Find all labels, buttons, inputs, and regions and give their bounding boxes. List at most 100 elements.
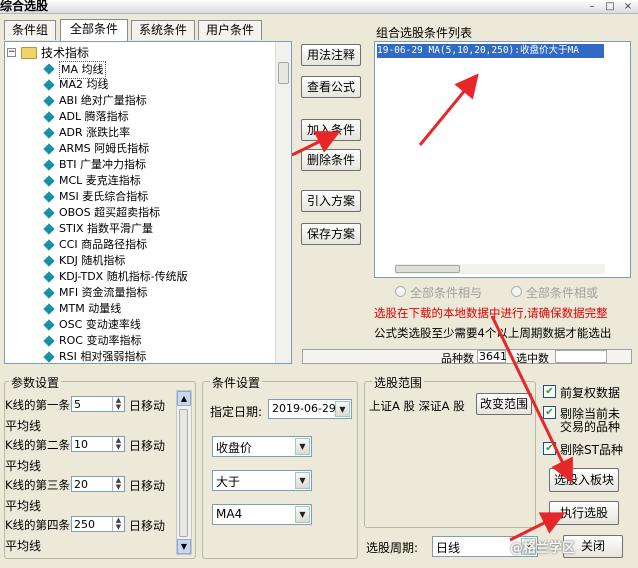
import-plan-button[interactable]: 引入方案 xyxy=(301,190,361,212)
param-tail-1: 平均线 xyxy=(5,419,42,433)
param-input-2[interactable]: 10 ▲ ▼ xyxy=(71,436,125,452)
and-radio[interactable] xyxy=(395,286,406,297)
indicator-icon xyxy=(43,287,55,299)
indicator-icon xyxy=(43,223,55,235)
param-suffix-4: 日移动 xyxy=(129,519,166,533)
or-radio[interactable] xyxy=(511,286,522,297)
tree-scroll-thumb[interactable] xyxy=(278,62,289,84)
scroll-up-icon[interactable]: ▲ xyxy=(177,391,191,406)
param-prefix-2: K线的第二条 xyxy=(5,438,71,452)
indicator-icon xyxy=(43,175,55,187)
indicator-icon xyxy=(43,191,55,203)
dropdown-arrow-icon: ▼ xyxy=(335,401,350,417)
data-warning: 选股在下载的本地数据中进行,请确保数据完整 xyxy=(374,306,608,320)
or-radio-label: 全部条件相或 xyxy=(526,286,599,300)
adjusted-data-checkbox[interactable]: ✔ xyxy=(543,385,556,398)
condition-hscroll-thumb[interactable] xyxy=(395,265,460,273)
indicator-icon xyxy=(43,271,55,283)
exclude-untraded-label-2: 交易的品种 xyxy=(560,420,621,434)
watermark: @格兰学区 xyxy=(510,541,576,556)
indicator-icon xyxy=(43,127,55,139)
param-input-1[interactable]: 5 ▲ ▼ xyxy=(71,396,125,412)
add-to-block-button[interactable]: 选股入板块 xyxy=(549,468,619,492)
delete-condition-button[interactable]: 删除条件 xyxy=(301,149,361,171)
params-scrollbar[interactable]: ▲ ▼ xyxy=(176,390,192,555)
condition-list-label: 组合选股条件列表 xyxy=(376,26,473,40)
field-select[interactable]: 收盘价 ▼ xyxy=(212,436,312,457)
minimize-icon[interactable]: – xyxy=(584,0,600,13)
collapse-icon[interactable]: − xyxy=(7,48,16,57)
param-tail-2: 平均线 xyxy=(5,459,42,473)
condition-item[interactable]: 19-06-29 MA(5,10,20,250):收盘价大于MA xyxy=(377,44,604,58)
indicator-icon xyxy=(43,63,55,75)
date-label: 指定日期: xyxy=(210,405,263,419)
spin-arrows-icon: ▲ ▼ xyxy=(112,397,124,411)
add-condition-button[interactable]: 加入条件 xyxy=(301,119,361,141)
close-icon[interactable]: × xyxy=(620,0,636,13)
scope-markets: 上证A 股 深证A 股 xyxy=(369,399,465,413)
selected-value xyxy=(555,350,607,363)
param-tail-4: 平均线 xyxy=(5,539,42,553)
folder-icon xyxy=(21,47,37,59)
params-scroll-thumb[interactable] xyxy=(179,409,188,537)
exclude-st-label: 剔除ST品种 xyxy=(560,443,623,457)
indicator-icon xyxy=(43,207,55,219)
window-title: 综合选股 xyxy=(0,0,49,13)
indicator-icon xyxy=(43,335,55,347)
condition-hscrollbar[interactable] xyxy=(395,264,605,274)
tab-all-conditions[interactable]: 全部条件 xyxy=(60,19,128,41)
param-prefix-1: K线的第一条 xyxy=(5,398,71,412)
indicator-icon xyxy=(43,351,55,363)
and-radio-label: 全部条件相与 xyxy=(410,286,483,300)
tab-user-conditions[interactable]: 用户条件 xyxy=(198,20,262,40)
view-formula-button[interactable]: 查看公式 xyxy=(301,76,361,98)
exclude-st-checkbox[interactable]: ✔ xyxy=(543,442,556,455)
save-plan-button[interactable]: 保存方案 xyxy=(301,223,361,245)
scope-title: 选股范围 xyxy=(372,374,425,391)
count-value: 3641 xyxy=(477,350,507,363)
spin-arrows-icon: ▲ ▼ xyxy=(112,437,124,451)
cond-settings-title: 条件设置 xyxy=(210,374,263,391)
param-suffix-1: 日移动 xyxy=(129,399,166,413)
spin-arrows-icon: ▲ ▼ xyxy=(112,477,124,491)
run-selection-button[interactable]: 执行选股 xyxy=(549,501,619,525)
period-label: 选股周期: xyxy=(366,541,419,555)
count-label: 品种数 xyxy=(441,352,474,365)
dropdown-arrow-icon: ▼ xyxy=(295,506,310,523)
exclude-untraded-checkbox[interactable]: ✔ xyxy=(543,406,556,419)
param-suffix-2: 日移动 xyxy=(129,439,166,453)
scroll-down-icon[interactable]: ▼ xyxy=(177,539,191,554)
indicator-icon xyxy=(43,303,55,315)
condition-list[interactable]: 19-06-29 MA(5,10,20,250):收盘价大于MA xyxy=(374,41,631,278)
change-scope-button[interactable]: 改变范围 xyxy=(476,393,532,415)
tab-condition-group[interactable]: 条件组 xyxy=(4,20,56,40)
param-suffix-3: 日移动 xyxy=(129,479,166,493)
indicator-icon xyxy=(43,95,55,107)
title-bar: 综合选股 – □ × xyxy=(0,0,638,14)
formula-info: 公式类选股至少需要4个以上周期数据才能选出 xyxy=(374,326,612,340)
indicator-icon xyxy=(43,143,55,155)
operator-select[interactable]: 大于 ▼ xyxy=(212,470,312,491)
param-tail-3: 平均线 xyxy=(5,499,42,513)
tree-scrollbar[interactable] xyxy=(275,42,291,363)
indicator-icon xyxy=(43,79,55,91)
param-prefix-4: K线的第四条 xyxy=(5,518,71,532)
indicator-icon xyxy=(43,159,55,171)
indicator-icon xyxy=(43,239,55,251)
dropdown-arrow-icon: ▼ xyxy=(295,472,310,489)
indicator-tree[interactable]: − 技术指标 MA 均线 MA2 均线 ABI 绝对广量指标 ADL 腾落指标 ADR … xyxy=(4,41,292,364)
dropdown-arrow-icon: ▼ xyxy=(295,438,310,455)
adjusted-data-label: 前复权数据 xyxy=(560,386,621,400)
indicator-icon xyxy=(43,319,55,331)
usage-notes-button[interactable]: 用法注释 xyxy=(301,44,361,66)
indicator-icon xyxy=(43,255,55,267)
date-picker[interactable]: 2019-06-29 ▼ xyxy=(268,399,352,419)
param-prefix-3: K线的第三条 xyxy=(5,478,71,492)
target-select[interactable]: MA4 ▼ xyxy=(212,504,312,525)
selected-label: 选中数 xyxy=(516,352,549,365)
maximize-icon[interactable]: □ xyxy=(602,0,618,13)
param-input-4[interactable]: 250 ▲ ▼ xyxy=(71,516,125,532)
tab-system-conditions[interactable]: 系统条件 xyxy=(131,20,195,40)
param-input-3[interactable]: 20 ▲ ▼ xyxy=(71,476,125,492)
params-title: 参数设置 xyxy=(9,374,62,391)
